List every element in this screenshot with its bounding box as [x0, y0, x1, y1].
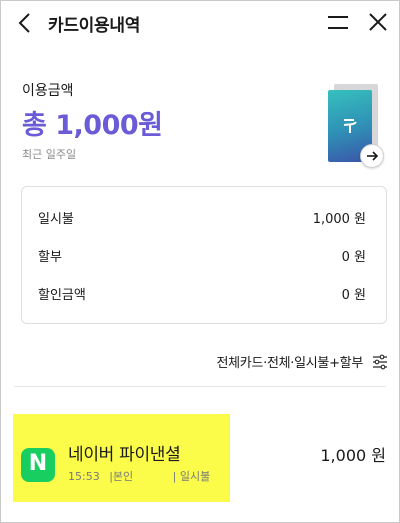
summary-label: 할부: [38, 250, 62, 265]
transaction-meta: 15:53 |본인 | 일시불: [68, 468, 216, 484]
summary-label: 일시불: [38, 212, 74, 227]
summary-value: 0 원: [341, 288, 366, 303]
transaction-merchant: 네이버 파이낸셜: [68, 445, 181, 465]
summary-row-installment: 할부 0 원: [22, 246, 386, 266]
card-detail-arrow-button[interactable]: [360, 144, 384, 168]
naver-logo-icon: N: [21, 448, 55, 482]
top-bar: 카드이용내역: [0, 0, 400, 46]
menu-icon[interactable]: [327, 12, 349, 34]
summary-value: 1,000 원: [312, 212, 366, 227]
summary-value: 0 원: [341, 250, 366, 265]
transaction-owner: |본인: [109, 470, 134, 483]
page-title: 카드이용내역: [48, 16, 141, 36]
section-divider: [14, 386, 386, 387]
usage-period: 최근 일주일: [22, 148, 77, 161]
filter-button[interactable]: 전체카드·전체·일시불+할부: [188, 352, 388, 372]
summary-row-discount: 할인금액 0 원: [22, 284, 386, 304]
usage-total-amount: 총 1,000원: [22, 110, 163, 141]
card-brand-logo-icon: [343, 119, 357, 133]
filter-settings-icon: [373, 354, 387, 370]
usage-amount-label: 이용금액: [22, 83, 74, 99]
payment-summary-box: 일시불 1,000 원 할부 0 원 할인금액 0 원: [21, 186, 387, 324]
transaction-type: | 일시불: [172, 470, 211, 483]
arrow-right-icon: [367, 151, 379, 161]
summary-label: 할인금액: [38, 288, 86, 303]
close-icon[interactable]: [367, 11, 389, 33]
transaction-amount: 1,000 원: [320, 446, 386, 465]
summary-row-lump-sum: 일시불 1,000 원: [22, 208, 386, 228]
card-thumbnail[interactable]: [326, 84, 386, 168]
filter-text: 전체카드·전체·일시불+할부: [216, 356, 363, 371]
back-arrow-icon[interactable]: [14, 10, 38, 36]
transaction-time: 15:53: [68, 470, 100, 483]
